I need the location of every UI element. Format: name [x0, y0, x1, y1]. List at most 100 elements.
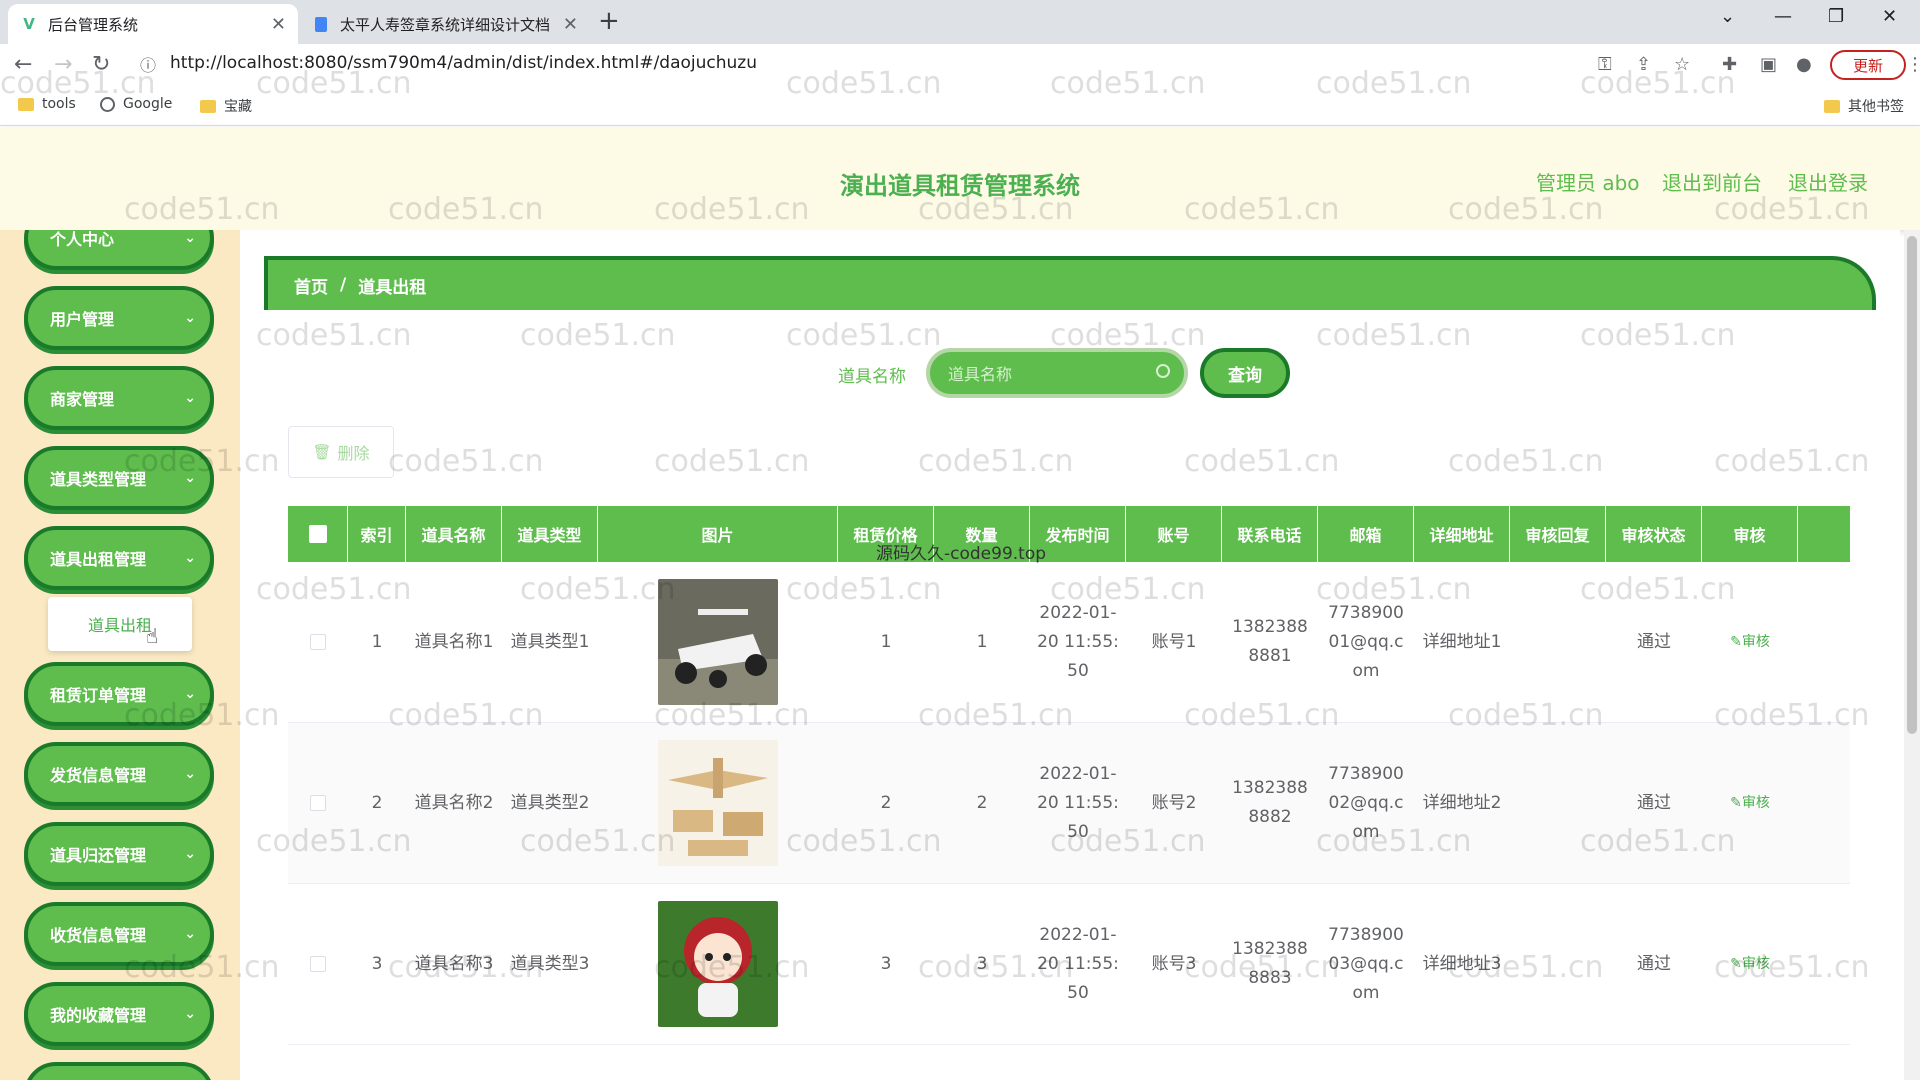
sidebar-item-merchants[interactable]: 商家管理 ⌄ [24, 366, 214, 430]
close-icon[interactable]: ✕ [563, 14, 578, 35]
cell-image [598, 562, 838, 722]
sidebar: 个人中心 ⌄ 用户管理 ⌄ 商家管理 ⌄ 道具类型管理 ⌄ 道具出租管理 ⌄ 道具出租 租… [0, 230, 240, 1080]
logout-link[interactable]: 退出登录 [1788, 167, 1868, 196]
cell-email: 773890003@qq.com [1328, 924, 1404, 1003]
bookmark-tools[interactable]: tools [18, 96, 76, 112]
sidebar-item-rental-orders[interactable]: 租赁订单管理 ⌄ [24, 662, 214, 726]
query-button[interactable]: 查询 [1200, 348, 1290, 398]
breadcrumb-separator: / [340, 275, 347, 295]
tab-title: 太平人寿签章系统详细设计文档 [340, 15, 551, 34]
menu-icon[interactable]: ⋮ [1906, 54, 1920, 75]
cell-reply [1510, 562, 1606, 722]
audit-button[interactable]: ✎ 审核 [1702, 884, 1798, 1044]
extensions-icon[interactable]: ✚ [1722, 54, 1737, 75]
bookmark-google[interactable]: Google [100, 96, 172, 112]
header-cell: 审核状态 [1606, 506, 1702, 562]
key-icon[interactable]: ⚿ [1598, 54, 1612, 75]
breadcrumb-home[interactable]: 首页 [294, 273, 328, 298]
search-input[interactable]: 道具名称 [926, 348, 1188, 398]
search-label: 道具名称 [838, 367, 906, 387]
cell-time: 2022-01-20 11:55:50 [1037, 602, 1119, 681]
table-row[interactable]: 1 道具名称1 道具类型1 1 1 2022-01-20 11:55:50 账号… [288, 562, 1850, 723]
table-row[interactable]: 2 道具名称2 道具类型2 2 2 2022-01-20 11:55:50 账号… [288, 723, 1850, 884]
chevron-down-icon: ⌄ [184, 686, 196, 702]
star-icon[interactable]: ☆ [1674, 54, 1690, 75]
folder-icon [18, 97, 34, 111]
mouse-cursor-icon: ☝ [146, 624, 159, 648]
table-row[interactable]: 3 道具名称3 道具类型3 3 3 2022-01-20 11:55:50 账号… [288, 884, 1850, 1045]
audit-button[interactable]: ✎ 审核 [1702, 723, 1798, 883]
profile-icon[interactable]: ● [1796, 54, 1812, 75]
cell-status: 通过 [1637, 792, 1671, 813]
main-content: 首页 / 道具出租 道具名称 道具名称 查询 🗑 删除 索引 道具名称 道具类型… [240, 230, 1900, 1080]
wooden-model-image [658, 740, 778, 866]
sidebar-item-prop-types[interactable]: 道具类型管理 ⌄ [24, 446, 214, 510]
scrollbar[interactable] [1904, 230, 1920, 1080]
search-icon [1156, 364, 1170, 378]
cell-email: 773890001@qq.com [1328, 602, 1404, 681]
browser-tab-active[interactable]: V 后台管理系统 ✕ [8, 4, 298, 44]
header-cell: 索引 [348, 506, 406, 562]
header-cell: 道具名称 [406, 506, 502, 562]
cell-status: 通过 [1637, 631, 1671, 652]
cell-reply [1510, 884, 1606, 1044]
sidebar-item-more[interactable] [24, 1062, 214, 1080]
cell-type: 道具类型1 [510, 631, 590, 652]
cell-address: 详细地址1 [1422, 631, 1502, 652]
submenu-prop-rental[interactable]: 道具出租 [48, 597, 192, 651]
address-bar[interactable]: http://localhost:8080/ssm790m4/admin/dis… [170, 53, 757, 73]
cell-price: 1 [880, 631, 892, 652]
sidepanel-icon[interactable]: ▣ [1760, 54, 1777, 75]
checkbox[interactable] [310, 634, 326, 650]
cell-phone: 13823888882 [1232, 778, 1308, 827]
cell-price: 2 [880, 792, 892, 813]
to-front-link[interactable]: 退出到前台 [1662, 167, 1762, 196]
share-icon[interactable]: ⇪ [1636, 54, 1651, 75]
chevron-down-icon[interactable]: ⌄ [1720, 6, 1735, 27]
trash-icon: 🗑 [312, 443, 332, 461]
search-placeholder: 道具名称 [948, 365, 1013, 384]
sidebar-item-receiving[interactable]: 收货信息管理 ⌄ [24, 902, 214, 966]
doll-image [658, 901, 778, 1027]
header-cell: 联系电话 [1222, 506, 1318, 562]
audit-button[interactable]: ✎ 审核 [1702, 562, 1798, 722]
admin-label: 管理员 abo [1536, 171, 1640, 195]
edit-icon: ✎ [1730, 794, 1742, 811]
header-cell: 详细地址 [1414, 506, 1510, 562]
edit-icon: ✎ [1730, 955, 1742, 972]
table-header: 索引 道具名称 道具类型 图片 租赁价格 数量 发布时间 账号 联系电话 邮箱 … [288, 506, 1850, 562]
checkbox[interactable] [308, 525, 327, 543]
chevron-down-icon: ⌄ [184, 766, 196, 782]
checkbox[interactable] [310, 956, 326, 972]
sidebar-item-prop-rental[interactable]: 道具出租管理 ⌄ [24, 526, 214, 590]
close-icon[interactable]: ✕ [271, 14, 286, 35]
sidebar-item-shipping[interactable]: 发货信息管理 ⌄ [24, 742, 214, 806]
minimize-icon[interactable]: — [1774, 6, 1792, 27]
restore-icon[interactable]: ❐ [1828, 6, 1844, 27]
breadcrumb-current: 道具出租 [358, 277, 427, 298]
checkbox[interactable] [310, 795, 326, 811]
header-cell: 审核回复 [1510, 506, 1606, 562]
scrollbar-thumb[interactable] [1907, 236, 1917, 734]
delete-button[interactable]: 🗑 删除 [288, 426, 394, 478]
window-close-icon[interactable]: ✕ [1882, 6, 1897, 27]
reload-icon[interactable]: ↻ [92, 52, 110, 77]
browser-tab[interactable]: 太平人寿签章系统详细设计文档 ✕ [300, 4, 590, 44]
new-tab-icon[interactable]: + [598, 6, 620, 36]
chevron-down-icon: ⌄ [184, 846, 196, 862]
update-button[interactable]: 更新 [1830, 50, 1906, 80]
bookmark-treasure[interactable]: 宝藏 [200, 96, 252, 116]
breadcrumb: 首页 / 道具出租 [264, 256, 1876, 310]
info-icon[interactable]: ⓘ [140, 52, 156, 76]
tab-title: 后台管理系统 [48, 15, 139, 34]
sidebar-item-favorites[interactable]: 我的收藏管理 ⌄ [24, 982, 214, 1046]
sidebar-item-returns[interactable]: 道具归还管理 ⌄ [24, 822, 214, 886]
cell-time: 2022-01-20 11:55:50 [1037, 924, 1119, 1003]
forward-icon[interactable]: → [54, 52, 72, 77]
header-cell: 邮箱 [1318, 506, 1414, 562]
sidebar-item-personal[interactable]: 个人中心 ⌄ [24, 230, 214, 270]
back-icon[interactable]: ← [14, 52, 32, 77]
bookmark-other[interactable]: 其他书签 [1824, 96, 1904, 116]
header-select-all[interactable] [288, 506, 348, 562]
sidebar-item-users[interactable]: 用户管理 ⌄ [24, 286, 214, 350]
